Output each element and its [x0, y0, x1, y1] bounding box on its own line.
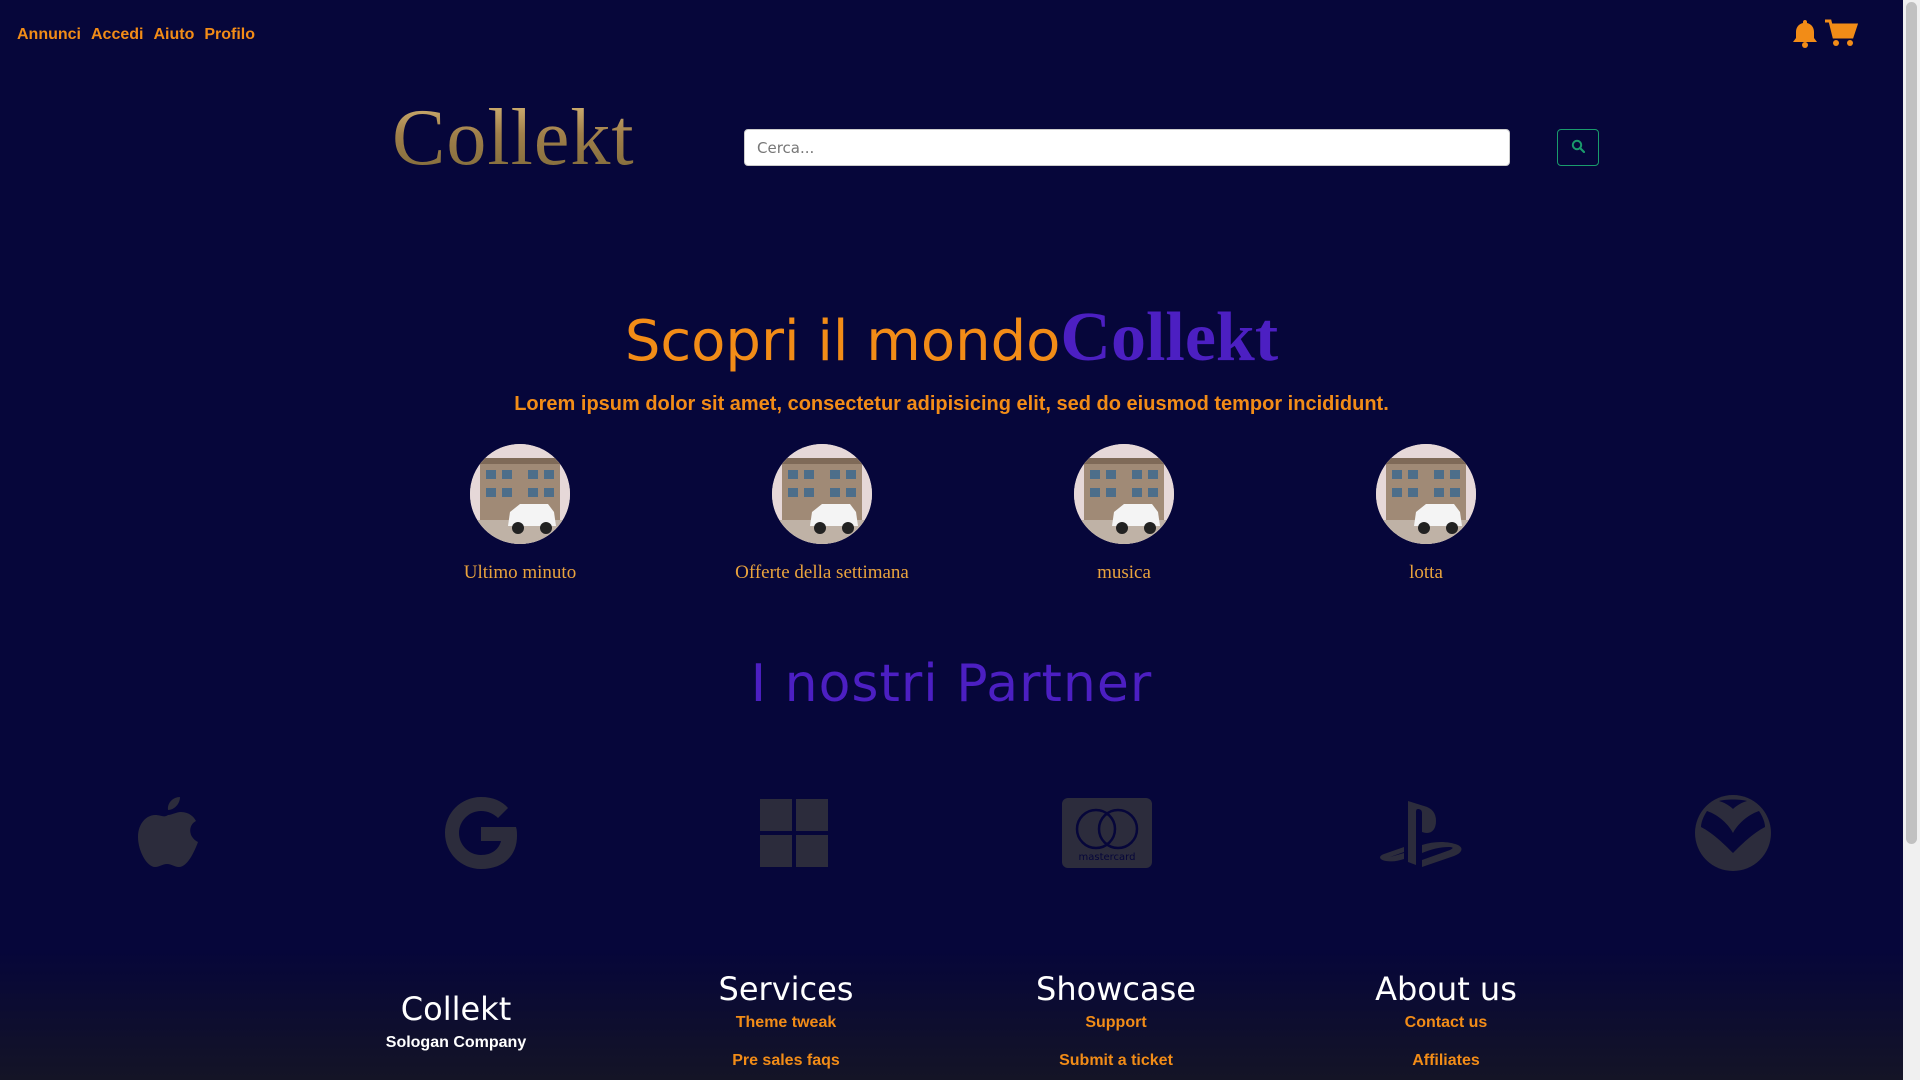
footer-link-support[interactable]: Support	[986, 1014, 1246, 1032]
category-image	[470, 444, 570, 544]
nav-accedi[interactable]: Accedi	[91, 26, 143, 44]
footer-showcase-title: Showcase	[1036, 970, 1196, 1008]
category-lotta[interactable]: lotta	[1306, 444, 1546, 584]
hero-title-brand: Collekt	[1060, 299, 1279, 376]
category-musica[interactable]: musica	[1004, 444, 1244, 584]
footer-showcase: Showcase Support Submit a ticket	[986, 970, 1246, 1070]
footer-slogan: Sologan Company	[385, 1034, 527, 1051]
nav-annunci[interactable]: Annunci	[17, 26, 81, 44]
category-ultimo-minuto[interactable]: Ultimo minuto	[400, 444, 640, 584]
footer-link-pre-sales-faqs[interactable]: Pre sales faqs	[656, 1052, 916, 1070]
scrollbar-thumb[interactable]	[1906, 2, 1917, 844]
apple-logo	[120, 785, 216, 881]
footer-brand-title: Collekt	[400, 990, 512, 1028]
footer-services: Services Theme tweak Pre sales faqs	[656, 970, 916, 1070]
nav-profilo[interactable]: Profilo	[204, 26, 255, 44]
google-logo	[433, 785, 529, 881]
site-logo[interactable]: Collekt	[392, 98, 635, 178]
footer-about: About us Contact us Affiliates	[1316, 970, 1576, 1070]
footer-link-affiliates[interactable]: Affiliates	[1316, 1052, 1576, 1070]
category-label: lotta	[1409, 562, 1443, 583]
footer-link-contact-us[interactable]: Contact us	[1316, 1014, 1576, 1032]
playstation-logo	[1372, 785, 1468, 881]
category-image	[1074, 444, 1174, 544]
category-label: Offerte della settimana	[735, 562, 909, 583]
footer-about-title: About us	[1375, 970, 1517, 1008]
xbox-logo	[1685, 785, 1781, 881]
search-button[interactable]	[1557, 129, 1599, 166]
footer-services-title: Services	[718, 970, 854, 1008]
top-icons	[1792, 18, 1858, 48]
top-nav: Annunci Accedi Aiuto Profilo	[17, 26, 255, 44]
vertical-scrollbar[interactable]	[1903, 0, 1920, 1080]
category-offerte-settimana[interactable]: Offerte della settimana	[702, 444, 942, 584]
hero-subtitle: Lorem ipsum dolor sit amet, consectetur …	[514, 393, 1389, 415]
page: Annunci Accedi Aiuto Profilo Collekt Cer…	[0, 0, 1903, 1080]
category-label: Ultimo minuto	[463, 562, 577, 583]
mastercard-logo: mastercard	[1059, 785, 1155, 881]
partners-title: I nostri Partner	[750, 654, 1153, 714]
nav-aiuto[interactable]: Aiuto	[153, 26, 194, 44]
search-icon	[1571, 139, 1586, 156]
windows-logo	[746, 785, 842, 881]
hero-title-text: Scopri il mondo	[624, 309, 1061, 374]
footer-link-submit-ticket[interactable]: Submit a ticket	[986, 1052, 1246, 1070]
category-label: musica	[1097, 562, 1151, 583]
footer-link-theme-tweak[interactable]: Theme tweak	[656, 1014, 916, 1032]
cart-icon[interactable]	[1824, 18, 1858, 48]
search-input[interactable]	[744, 129, 1510, 166]
mastercard-text: mastercard	[1079, 852, 1136, 863]
footer-brand: Collekt Sologan Company	[326, 970, 586, 1052]
bell-icon[interactable]	[1792, 18, 1818, 48]
category-image	[1376, 444, 1476, 544]
category-image	[772, 444, 872, 544]
hero-title: Scopri il mondoCollekt	[0, 298, 1903, 378]
